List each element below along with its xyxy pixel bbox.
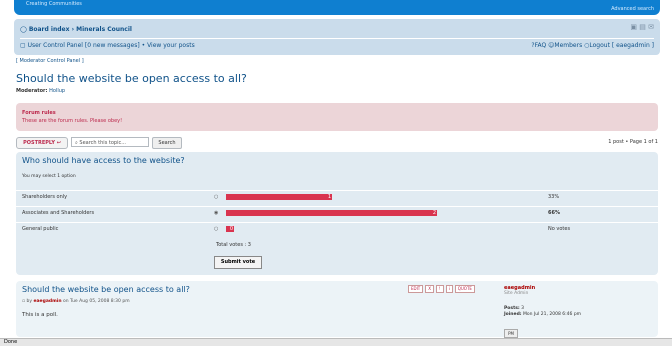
profile-rank: Site Admin [504, 291, 529, 296]
user-links-right: ?FAQ ☺Members ○Logout [ eaegadmin ] [531, 42, 654, 49]
site-description: Creating Communities [26, 1, 82, 7]
breadcrumb-forum[interactable]: Minerals Council [76, 26, 132, 33]
post-buttons: EDIT X! i QUOTE [408, 285, 477, 293]
poll-panel: Who should have access to the website? Y… [16, 152, 658, 275]
poll-result-percent: 33% [548, 194, 560, 200]
nav-tools: ▣ ▤ ✉ [630, 23, 654, 31]
moderators: Moderator: Hollup [16, 88, 65, 94]
pm-button[interactable]: PM [504, 329, 518, 338]
post-byline: ▫ by eaegadmin on Tue Aug 05, 2008 8:30 … [22, 299, 130, 304]
nav-divider [20, 38, 654, 39]
forum-rules-box: Forum rules These are the forum rules. P… [16, 103, 658, 131]
search-icon: ⌕ [75, 140, 78, 146]
navbar: ◯ Board index › Minerals Council ▣ ▤ ✉ ▢… [14, 19, 660, 55]
font-size-icon[interactable]: ▣ [630, 23, 637, 31]
moderators-label: Moderator: [16, 88, 48, 94]
info-button[interactable]: i [445, 285, 453, 293]
members-link[interactable]: Members [554, 42, 582, 49]
submit-vote-button[interactable]: Submit vote [214, 256, 262, 269]
post-icon: ▫ [22, 299, 26, 304]
status-text: Done [4, 339, 18, 345]
page-info: 1 post • Page 1 of 1 [608, 139, 658, 145]
edit-button[interactable]: EDIT [408, 285, 424, 293]
post-author-link[interactable]: eaegadmin [33, 299, 61, 304]
moderator-link[interactable]: Hollup [49, 88, 65, 94]
moderator-control-panel-link[interactable]: [ Moderator Control Panel ] [16, 58, 84, 64]
poll-option-radio[interactable]: ◉ [214, 210, 218, 216]
poll-result-bar: 0 [226, 226, 234, 232]
delete-button[interactable]: X [425, 285, 434, 293]
view-posts-link[interactable]: View your posts [147, 42, 195, 49]
search-button[interactable]: Search [152, 137, 182, 149]
reply-arrow-icon: ↩ [54, 140, 61, 146]
faq-link[interactable]: FAQ [535, 42, 547, 49]
home-icon: ◯ [20, 26, 27, 33]
breadcrumb-separator: › [71, 26, 75, 33]
breadcrumb-board-index[interactable]: Board index [29, 26, 70, 33]
post-reply-button[interactable]: POSTREPLY ↩ [16, 137, 68, 149]
poll-result-bar: 1 [226, 194, 332, 200]
post-date: on Tue Aug 05, 2008 8:30 pm [62, 299, 130, 304]
forum-rules-heading: Forum rules [22, 110, 56, 116]
quote-button[interactable]: QUOTE [454, 285, 475, 293]
poll-option: Associates and Shareholders ◉ 2 66% [16, 206, 658, 221]
post-body: This is a poll. [22, 312, 58, 318]
ucp-icon: ▢ [20, 42, 26, 49]
profile-posts-value[interactable]: 3 [521, 306, 524, 311]
topic-title[interactable]: Should the website be open access to all… [16, 72, 247, 85]
profile-joined-value: Mon Jul 21, 2008 6:46 pm [523, 312, 582, 317]
post-title[interactable]: Should the website be open access to all… [22, 285, 190, 294]
ucp-link[interactable]: User Control Panel [28, 42, 83, 49]
post-reply-label: POSTREPLY [23, 140, 55, 146]
bullet: • [141, 42, 146, 49]
poll-option-label: General public [22, 226, 59, 232]
profile-joined-label: Joined: [504, 312, 522, 317]
poll-total-votes: Total votes : 3 [216, 242, 251, 248]
post: Should the website be open access to all… [16, 281, 658, 338]
print-icon[interactable]: ▤ [639, 23, 646, 31]
poll-result-percent: No votes [548, 226, 571, 232]
poll-option: Shareholders only ○ 1 33% [16, 190, 658, 205]
poll-result-percent: 66% [548, 210, 560, 216]
forum-rules-text: These are the forum rules. Please obey! [22, 118, 123, 124]
search-placeholder: Search this topic... [79, 140, 126, 146]
poll-option-radio[interactable]: ○ [214, 194, 218, 200]
poll-option-label: Shareholders only [22, 194, 68, 200]
profile-joined: Joined: Mon Jul 21, 2008 6:46 pm [504, 312, 654, 317]
poll-option: General public ○ 0 No votes [16, 222, 658, 237]
search-topic-input[interactable]: ⌕ Search this topic... [71, 137, 149, 147]
advanced-search-link[interactable]: Advanced search [611, 6, 654, 12]
user-links: ▢ User Control Panel [0 new messages] • … [20, 42, 195, 49]
poll-option-radio[interactable]: ○ [214, 226, 218, 232]
poll-result-bar: 2 [226, 210, 437, 216]
profile-posts: Posts: 3 [504, 306, 654, 311]
topic-actions: POSTREPLY ↩ ⌕ Search this topic... Searc… [16, 137, 658, 149]
email-icon[interactable]: ✉ [648, 23, 654, 31]
poll-question: Who should have access to the website? [22, 156, 185, 165]
poll-option-label: Associates and Shareholders [22, 210, 95, 216]
new-messages-link[interactable]: 0 new messages [87, 42, 137, 49]
profile-posts-label: Posts: [504, 306, 520, 311]
poll-subtitle: You may select 1 option [22, 174, 76, 179]
site-header: Creating Communities Advanced search [14, 0, 660, 15]
report-button[interactable]: ! [435, 285, 444, 293]
post-by-prefix: by [26, 299, 33, 304]
breadcrumb: ◯ Board index › Minerals Council [20, 26, 132, 33]
logout-link[interactable]: Logout [ eaegadmin ] [589, 42, 654, 49]
post-profile: eaegadmin Site Admin Posts: 3 Joined: Mo… [504, 285, 654, 338]
